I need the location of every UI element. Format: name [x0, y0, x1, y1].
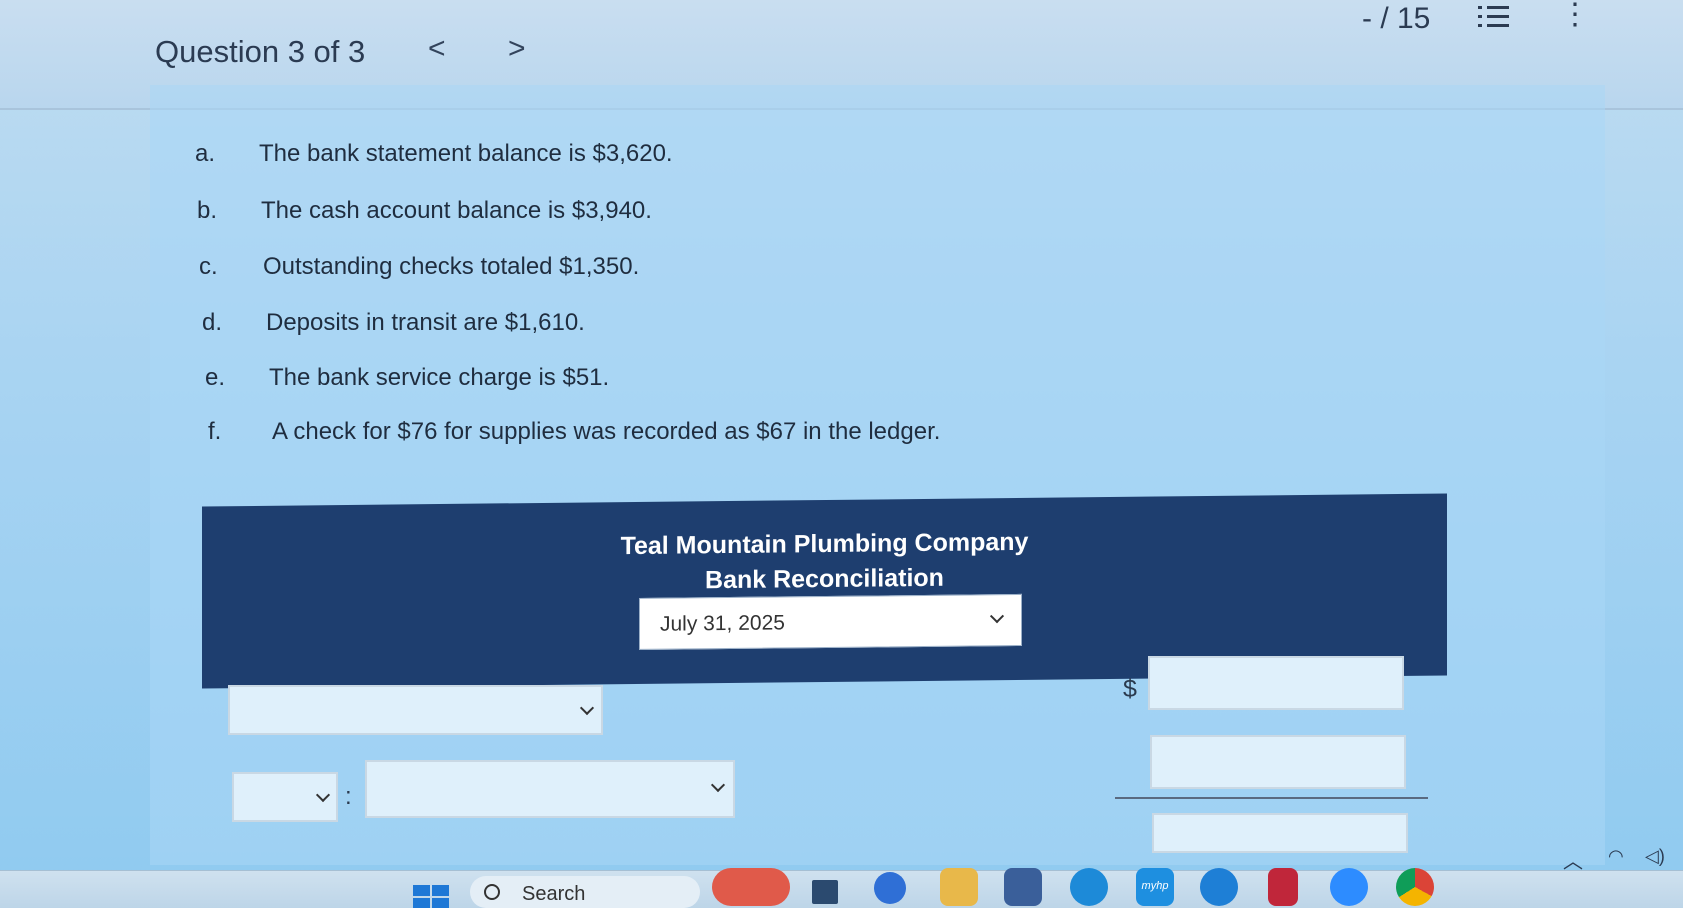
account-select-2[interactable] — [365, 760, 735, 818]
task-view-icon[interactable] — [812, 880, 838, 904]
more-options-icon[interactable]: ⋮ — [1560, 0, 1590, 30]
chevron-down-icon — [989, 609, 1005, 624]
amount-input-2[interactable] — [1150, 735, 1406, 789]
chevron-down-icon — [710, 777, 726, 793]
taskbar-search-input[interactable]: Search — [470, 876, 700, 908]
item-label: e. — [205, 364, 226, 391]
item-label: c. — [199, 253, 218, 280]
edge-icon[interactable] — [1070, 868, 1108, 906]
chevron-down-icon — [315, 787, 331, 803]
myhp-icon[interactable]: myhp — [1136, 868, 1174, 906]
operator-select[interactable] — [232, 772, 338, 822]
microsoft-store-icon[interactable] — [1004, 868, 1042, 906]
next-question-button[interactable]: > — [508, 32, 526, 66]
chrome-icon[interactable] — [1396, 868, 1434, 906]
item-text: A check for $76 for supplies was recorde… — [272, 418, 941, 445]
item-text: The bank service charge is $51. — [269, 364, 610, 391]
question-list-icon[interactable] — [1478, 2, 1510, 32]
total-divider — [1115, 797, 1428, 799]
previous-question-button[interactable]: < — [428, 32, 446, 66]
date-select-value: July 31, 2025 — [660, 611, 785, 636]
myhp-label: myhp — [1141, 880, 1169, 892]
colon-separator: : — [345, 783, 352, 810]
date-select[interactable]: July 31, 2025 — [639, 593, 1022, 650]
help-icon[interactable] — [1200, 868, 1238, 906]
item-label: a. — [195, 140, 216, 167]
windows-start-icon[interactable] — [413, 885, 449, 908]
amount-input-3[interactable] — [1152, 813, 1408, 853]
item-text: The bank statement balance is $3,620. — [259, 140, 673, 167]
statement-title: Bank Reconciliation — [705, 563, 944, 595]
item-label: f. — [208, 418, 222, 445]
search-placeholder: Search — [522, 883, 586, 905]
currency-symbol: $ — [1123, 675, 1137, 703]
mcafee-icon[interactable] — [1268, 868, 1298, 906]
account-select-1[interactable] — [228, 685, 603, 735]
question-title: Question 3 of 3 — [155, 34, 366, 69]
wifi-icon[interactable]: ◠ — [1608, 846, 1624, 867]
amount-input-1[interactable] — [1148, 656, 1404, 710]
file-explorer-icon[interactable] — [940, 868, 978, 906]
meet-icon[interactable] — [874, 872, 906, 904]
item-text: The cash account balance is $3,940. — [261, 197, 652, 224]
chevron-down-icon — [579, 700, 595, 716]
item-label: b. — [197, 197, 218, 224]
search-icon — [484, 884, 500, 900]
chevron-up-icon[interactable]: ︿ — [1563, 845, 1583, 874]
item-text: Deposits in transit are $1,610. — [266, 309, 585, 336]
score-display: - / 15 — [1362, 2, 1431, 35]
item-label: d. — [202, 309, 223, 336]
speaker-icon[interactable]: ◁) — [1645, 846, 1665, 867]
widgets-icon[interactable] — [712, 868, 790, 906]
item-text: Outstanding checks totaled $1,350. — [263, 253, 640, 280]
company-name: Teal Mountain Plumbing Company — [620, 527, 1029, 561]
zoom-icon[interactable] — [1330, 868, 1368, 906]
